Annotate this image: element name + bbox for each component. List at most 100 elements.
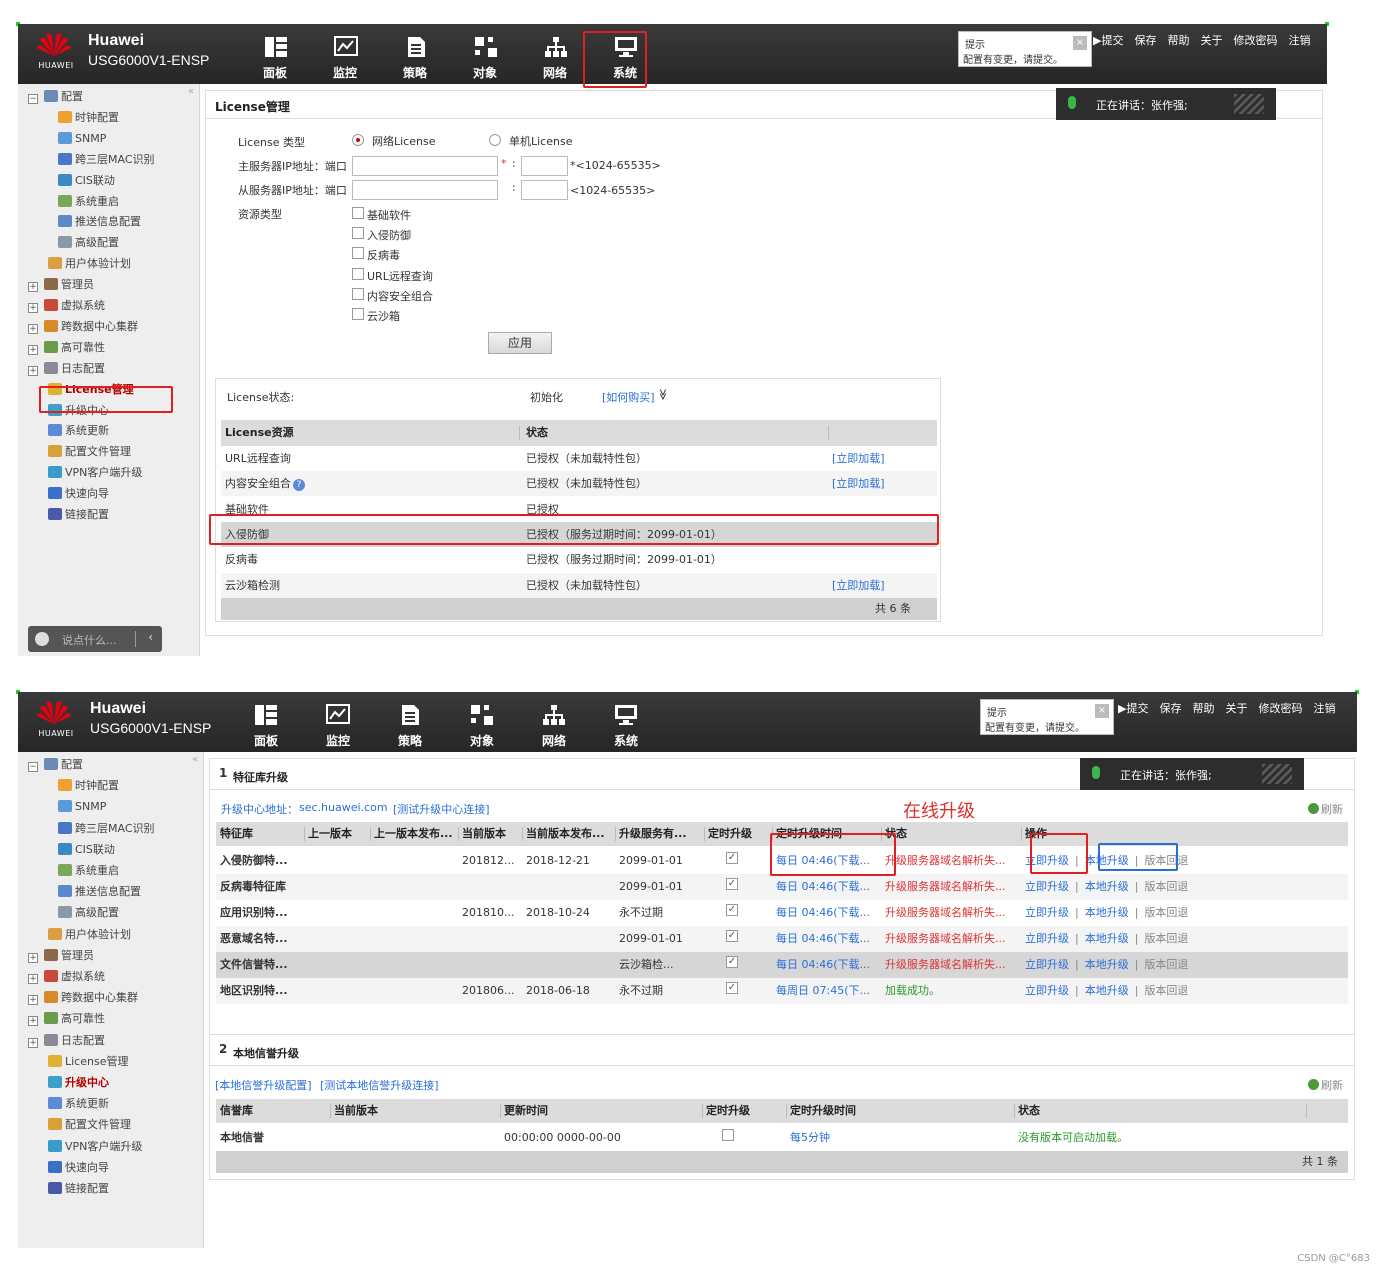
- nav-monitor[interactable]: 监控: [302, 692, 374, 752]
- nav-system[interactable]: 系统: [590, 24, 660, 84]
- collapse-icon[interactable]: −: [28, 762, 38, 772]
- primary-port-input[interactable]: [521, 156, 568, 176]
- expand-icon[interactable]: +: [28, 995, 38, 1006]
- nav-object[interactable]: 对象: [450, 24, 520, 84]
- change-password-link[interactable]: 修改密码: [1258, 700, 1302, 716]
- load-now-link[interactable]: [立即加载]: [832, 446, 885, 471]
- local-upgrade-link[interactable]: 本地升级: [1085, 880, 1129, 893]
- secondary-port-input[interactable]: [521, 180, 568, 200]
- radio-network-license[interactable]: [352, 134, 364, 146]
- sidebar-item[interactable]: 升级中心: [48, 402, 109, 420]
- sidebar-item[interactable]: + 跨数据中心集群: [28, 318, 138, 336]
- sidebar-item[interactable]: 跨三层MAC识别: [58, 820, 155, 838]
- resource-checkbox[interactable]: [352, 267, 364, 280]
- nav-object[interactable]: 对象: [446, 692, 518, 752]
- about-link[interactable]: 关于: [1225, 700, 1247, 716]
- sidebar-item[interactable]: 配置文件管理: [48, 1116, 131, 1134]
- sidebar-item[interactable]: − 配置: [28, 88, 83, 106]
- refresh-button[interactable]: 刷新: [1308, 801, 1343, 817]
- resource-checkbox[interactable]: [352, 287, 364, 300]
- upgrade-now-link[interactable]: 立即升级: [1025, 984, 1069, 997]
- sidebar-item[interactable]: 系统更新: [48, 1095, 109, 1113]
- resource-checkbox[interactable]: [352, 207, 364, 219]
- chevron-left-icon[interactable]: ‹: [148, 630, 153, 644]
- resource-checkbox[interactable]: [352, 227, 364, 240]
- scheduled-time-link[interactable]: 每日 04:46(下载...: [776, 848, 870, 874]
- sidebar-item[interactable]: 时钟配置: [58, 777, 119, 795]
- scheduled-upgrade-checkbox[interactable]: ✓: [726, 982, 738, 994]
- sidebar-item[interactable]: CIS联动: [58, 172, 115, 190]
- load-now-link[interactable]: [立即加载]: [832, 471, 885, 496]
- scheduled-upgrade-checkbox[interactable]: ✓: [726, 904, 738, 916]
- sidebar-item[interactable]: SNMP: [58, 798, 106, 816]
- local-reputation-config-link[interactable]: [本地信誉升级配置]: [215, 1077, 312, 1093]
- nav-dashboard[interactable]: 面板: [230, 692, 302, 752]
- rollback-link[interactable]: 版本回退: [1144, 906, 1188, 919]
- load-now-link[interactable]: [立即加载]: [832, 573, 885, 598]
- expand-icon[interactable]: +: [28, 282, 38, 293]
- sidebar-item[interactable]: + 日志配置: [28, 1032, 105, 1050]
- expand-icon[interactable]: +: [28, 952, 38, 963]
- scheduled-upgrade-checkbox[interactable]: ✓: [726, 878, 738, 890]
- expand-icon[interactable]: +: [28, 365, 38, 376]
- sidebar-item[interactable]: + 管理员: [28, 947, 94, 965]
- sidebar-item[interactable]: 配置文件管理: [48, 443, 131, 461]
- resource-checkbox[interactable]: [352, 247, 364, 260]
- submit-link[interactable]: ▶提交: [1093, 32, 1123, 48]
- change-password-link[interactable]: 修改密码: [1233, 32, 1277, 48]
- rollback-link[interactable]: 版本回退: [1144, 854, 1188, 867]
- double-chevron-down-icon[interactable]: ≫: [656, 389, 669, 401]
- scheduled-upgrade-checkbox[interactable]: ✓: [726, 930, 738, 942]
- local-upgrade-link[interactable]: 本地升级: [1085, 958, 1129, 971]
- rollback-link[interactable]: 版本回退: [1144, 932, 1188, 945]
- sidebar-item[interactable]: 系统重启: [58, 862, 119, 880]
- sidebar-item[interactable]: 链接配置: [48, 1180, 109, 1198]
- nav-system[interactable]: 系统: [590, 692, 662, 752]
- save-link[interactable]: 保存: [1159, 700, 1181, 716]
- rollback-link[interactable]: 版本回退: [1144, 984, 1188, 997]
- expand-icon[interactable]: +: [28, 1037, 38, 1048]
- sidebar-item[interactable]: 链接配置: [48, 506, 109, 524]
- local-upgrade-link[interactable]: 本地升级: [1085, 984, 1129, 997]
- how-to-buy-link[interactable]: [如何购买]: [602, 389, 655, 405]
- sidebar-item[interactable]: 时钟配置: [58, 109, 119, 127]
- scheduled-upgrade-checkbox[interactable]: ✓: [726, 852, 738, 864]
- collapse-icon[interactable]: −: [28, 94, 38, 104]
- sidebar-item[interactable]: 推送信息配置: [58, 213, 141, 231]
- scheduled-time-link[interactable]: 每日 04:46(下载...: [776, 874, 870, 900]
- nav-policy[interactable]: 策略: [380, 24, 450, 84]
- upgrade-now-link[interactable]: 立即升级: [1025, 958, 1069, 971]
- sidebar-item[interactable]: + 日志配置: [28, 360, 105, 378]
- apply-button[interactable]: 应用: [488, 332, 552, 354]
- local-upgrade-link[interactable]: 本地升级: [1085, 854, 1129, 867]
- resource-checkbox[interactable]: [352, 308, 364, 320]
- sidebar-item[interactable]: 系统更新: [48, 422, 109, 440]
- scheduled-time-link[interactable]: 每日 04:46(下载...: [776, 926, 870, 952]
- sidebar-item[interactable]: + 高可靠性: [28, 339, 105, 357]
- nav-policy[interactable]: 策略: [374, 692, 446, 752]
- collapse-sidebar-icon[interactable]: «: [188, 86, 194, 97]
- help-link[interactable]: 帮助: [1167, 32, 1189, 48]
- close-icon[interactable]: ×: [1095, 704, 1109, 718]
- logout-link[interactable]: 注销: [1288, 32, 1310, 48]
- rollback-link[interactable]: 版本回退: [1144, 958, 1188, 971]
- save-link[interactable]: 保存: [1134, 32, 1156, 48]
- expand-icon[interactable]: +: [28, 344, 38, 355]
- nav-network[interactable]: 网络: [518, 692, 590, 752]
- refresh-button[interactable]: 刷新: [1308, 1077, 1343, 1093]
- rollback-link[interactable]: 版本回退: [1144, 880, 1188, 893]
- sidebar-item[interactable]: License管理: [48, 381, 134, 399]
- close-icon[interactable]: ×: [1073, 36, 1087, 50]
- expand-icon[interactable]: +: [28, 323, 38, 334]
- help-link[interactable]: 帮助: [1192, 700, 1214, 716]
- expand-icon[interactable]: +: [28, 1016, 38, 1027]
- expand-icon[interactable]: +: [28, 974, 38, 984]
- sidebar-item[interactable]: VPN客户端升级: [48, 464, 142, 482]
- sidebar-item[interactable]: 高级配置: [58, 904, 119, 922]
- local-upgrade-link[interactable]: 本地升级: [1085, 906, 1129, 919]
- local-upgrade-link[interactable]: 本地升级: [1085, 932, 1129, 945]
- sidebar-item[interactable]: 推送信息配置: [58, 883, 141, 901]
- upgrade-center-address[interactable]: sec.huawei.com: [299, 801, 388, 814]
- collapse-sidebar-icon[interactable]: «: [192, 754, 198, 765]
- upgrade-now-link[interactable]: 立即升级: [1025, 880, 1069, 893]
